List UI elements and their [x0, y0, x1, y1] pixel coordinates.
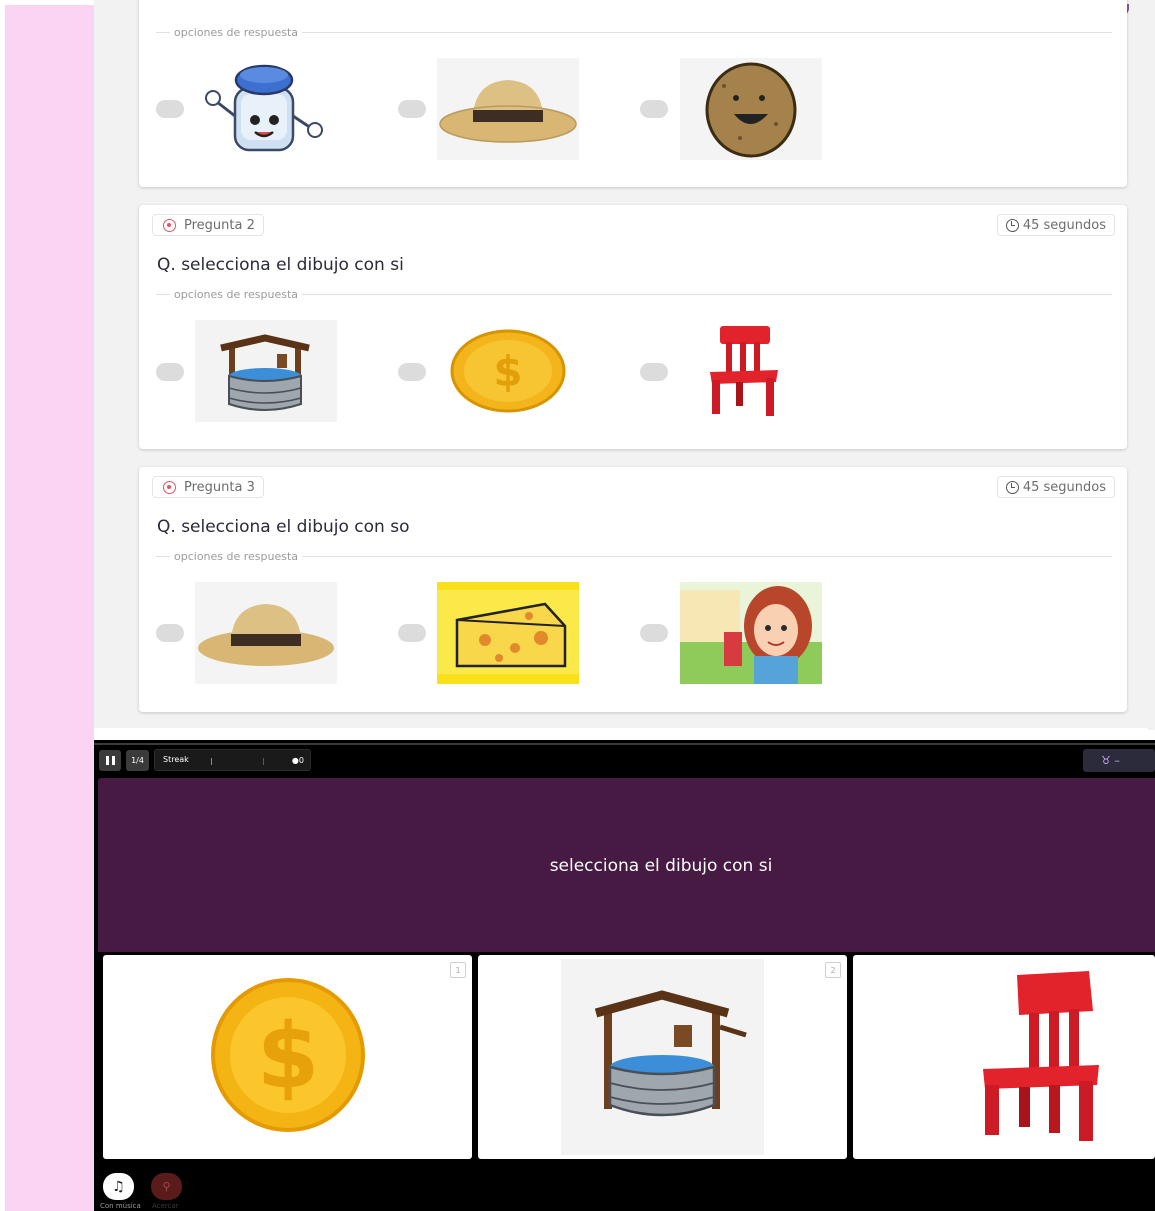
clock-icon [1005, 480, 1019, 494]
question-card-2: Pregunta 2 45 segundos Q. selecciona el … [139, 205, 1127, 449]
powerup-icon: ♉ [1101, 754, 1111, 767]
red-chair-image [680, 320, 822, 422]
svg-text:$: $ [493, 347, 522, 396]
red-chair-icon [983, 971, 1099, 1141]
woman-image [680, 582, 822, 684]
answer-option-2[interactable]: 2 [478, 955, 847, 1159]
options-divider: opciones de respuesta [156, 549, 1112, 563]
wishing-well-image [195, 320, 337, 422]
music-label: Con música [100, 1202, 141, 1210]
question-badge: Pregunta 2 [152, 214, 264, 236]
zoom-label: Acercar [152, 1202, 179, 1210]
target-icon [163, 218, 176, 232]
cheese-image [437, 582, 579, 684]
clock-icon [1005, 218, 1019, 232]
question-card-3: Pregunta 3 45 segundos Q. selecciona el … [139, 467, 1127, 712]
quiz-game: 1/4 Streak ●0 ♉ – selecciona el dibujo c… [94, 740, 1155, 1211]
wishing-well-icon [561, 959, 764, 1155]
streak-label: Streak [163, 755, 189, 764]
answer-option-3[interactable] [853, 955, 1155, 1159]
question-counter: 1/4 [126, 750, 149, 771]
option-radio[interactable] [156, 624, 184, 642]
pause-button[interactable] [99, 750, 121, 771]
gold-coin-image: $ [437, 320, 579, 422]
potato-image [680, 58, 822, 160]
salt-shaker-image [195, 58, 337, 160]
answer-number: 2 [825, 962, 841, 978]
zoom-button[interactable]: ⚲ [151, 1173, 182, 1200]
option-radio[interactable] [398, 363, 426, 381]
gold-coin-icon: $ [211, 978, 365, 1132]
option-radio[interactable] [398, 100, 426, 118]
svg-text:$: $ [257, 1004, 320, 1109]
hat-image [437, 58, 579, 160]
streak-bar: Streak ●0 [154, 749, 311, 771]
answer-number: 1 [450, 962, 466, 978]
question-panel: selecciona el dibujo con si [98, 778, 1155, 952]
answer-option-1[interactable]: 1 $ [103, 955, 472, 1159]
question-text: Q. selecciona el dibujo con so [157, 517, 410, 537]
option-radio[interactable] [156, 363, 184, 381]
time-badge[interactable]: 45 segundos [996, 214, 1115, 236]
option-radio[interactable] [156, 100, 184, 118]
game-question-text: selecciona el dibujo con si [549, 856, 773, 876]
hat-image [195, 582, 337, 684]
option-radio[interactable] [640, 100, 668, 118]
time-badge[interactable]: 45 segundos [996, 476, 1115, 498]
option-radio[interactable] [640, 363, 668, 381]
options-divider: opciones de respuesta [156, 25, 1112, 39]
options-divider: opciones de respuesta [156, 287, 1112, 301]
target-icon [163, 480, 176, 494]
question-card-1: opciones de respuesta [139, 0, 1127, 187]
question-badge: Pregunta 3 [152, 476, 264, 498]
powerup-button[interactable]: ♉ – [1083, 749, 1155, 772]
pause-icon [105, 756, 109, 765]
option-radio[interactable] [398, 624, 426, 642]
question-text: Q. selecciona el dibujo con si [157, 255, 404, 275]
streak-count: ●0 [291, 756, 304, 765]
zoom-icon: ⚲ [162, 1180, 171, 1193]
pink-strip [5, 5, 94, 1211]
option-radio[interactable] [640, 624, 668, 642]
music-note-icon: ♫ [112, 1178, 125, 1195]
quiz-editor: opciones de respuesta Pregunta 2 45 segu… [94, 0, 1154, 728]
divider [94, 743, 1155, 745]
music-button[interactable]: ♫ [103, 1173, 134, 1200]
